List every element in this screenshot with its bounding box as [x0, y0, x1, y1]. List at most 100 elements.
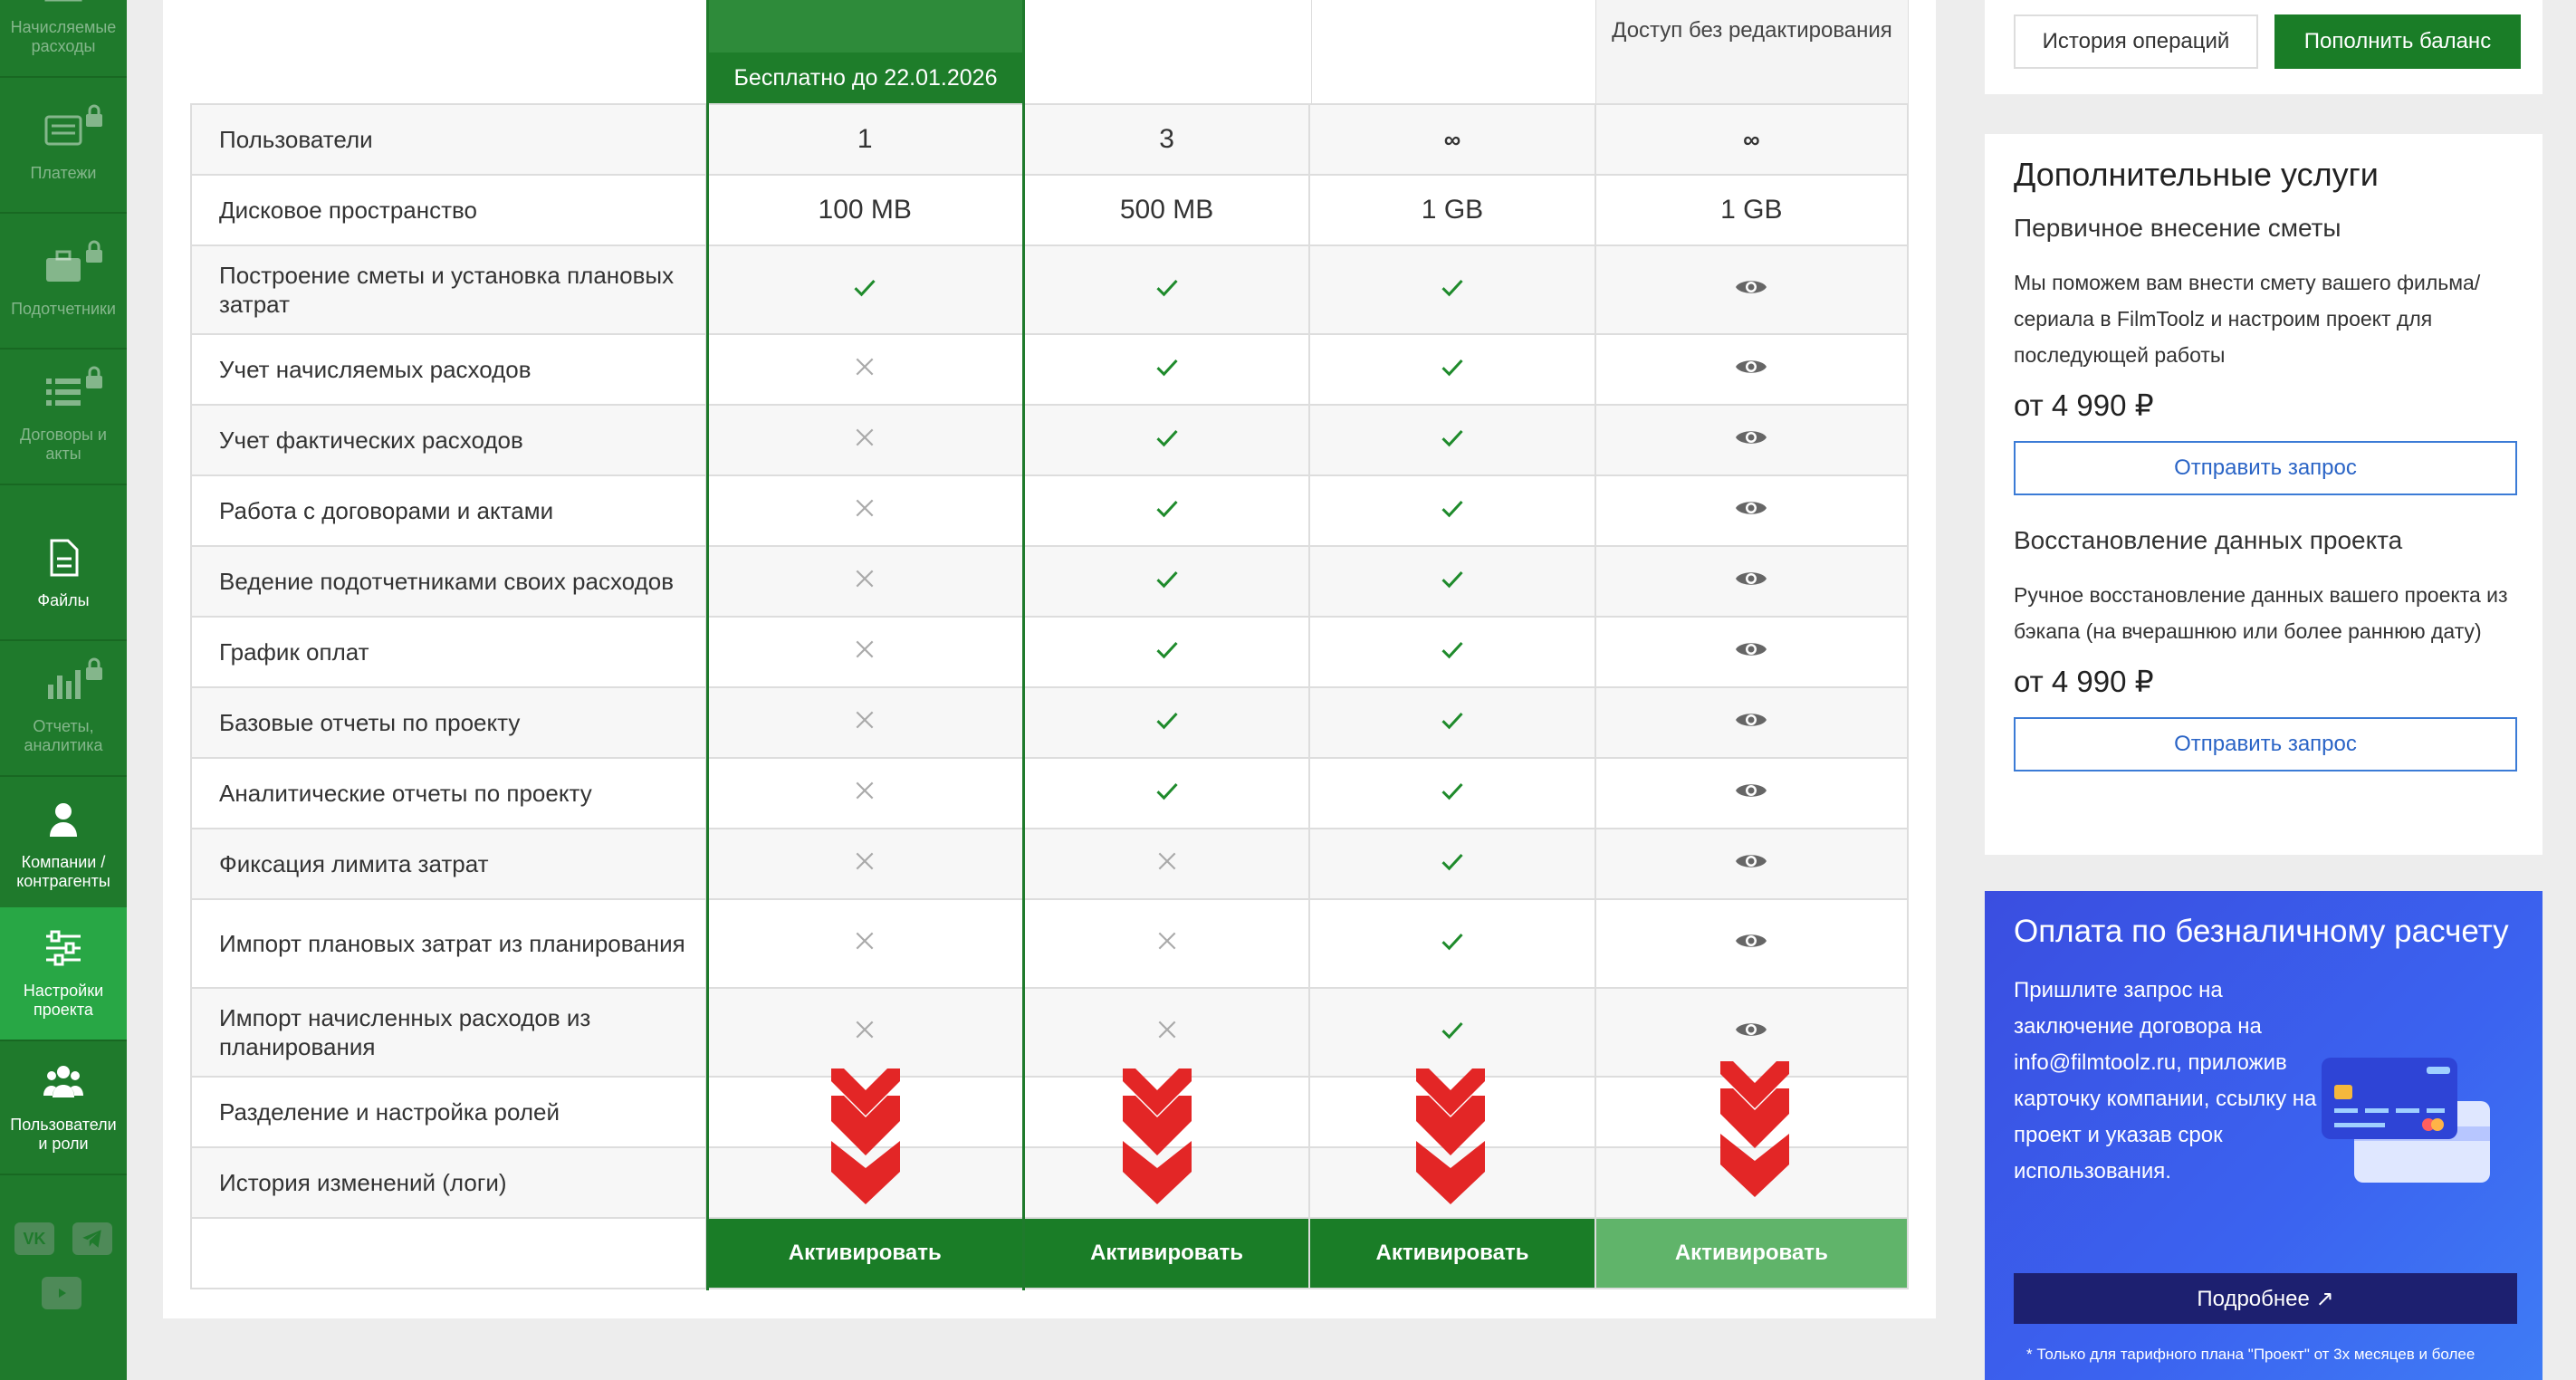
table-row: Работа с договорами и актами — [190, 474, 1910, 547]
history-button[interactable]: История операций — [2014, 14, 2258, 69]
check-icon — [1022, 545, 1311, 618]
telegram-icon[interactable] — [72, 1222, 112, 1255]
check-icon — [1308, 474, 1596, 547]
eye-icon — [1594, 333, 1910, 406]
eye-icon — [1594, 545, 1910, 618]
cross-icon — [1022, 828, 1311, 900]
feature-name: Фиксация лимита затрат — [190, 828, 707, 900]
sidebar-item-label: Настройки проекта — [23, 982, 104, 1019]
send-request-button[interactable]: Отправить запрос — [2014, 717, 2517, 771]
credit-card-icon — [2322, 1058, 2490, 1183]
eye-icon — [1594, 686, 1910, 759]
check-icon — [1022, 686, 1311, 759]
youtube-icon[interactable] — [42, 1277, 81, 1309]
check-icon — [1022, 244, 1311, 335]
sidebar-item-accruals[interactable]: Начисляемые расходы — [0, 0, 127, 78]
sidebar-item-payments[interactable]: Платежи — [0, 80, 127, 214]
table-row: Импорт начисленных расходов из планирова… — [190, 987, 1910, 1078]
down-chevrons-icon — [1123, 1069, 1192, 1204]
send-request-button[interactable]: Отправить запрос — [2014, 441, 2517, 495]
feature-name: История изменений (логи) — [190, 1146, 707, 1219]
service-text: Мы поможем вам внести смету вашего фильм… — [2014, 271, 2481, 367]
check-icon — [1308, 333, 1596, 406]
eye-icon — [1594, 898, 1910, 989]
cashless-payment-banner: Оплата по безналичному расчету Пришлите … — [1985, 891, 2542, 1380]
lock-icon — [86, 104, 102, 127]
sidebar-item-label: Договоры и акты — [20, 426, 107, 463]
feature-name: Работа с договорами и актами — [190, 474, 707, 547]
vk-icon[interactable]: VK — [14, 1222, 54, 1255]
down-chevrons-icon — [831, 1069, 900, 1204]
sidebar-item-users-roles[interactable]: Пользователи и роли — [0, 1041, 127, 1175]
eye-icon — [1594, 757, 1910, 829]
sidebar-item-project-settings[interactable]: Настройки проекта — [0, 907, 127, 1041]
plan-value: ∞ — [1594, 103, 1910, 176]
sidebar-item-label: Отчеты, аналитика — [24, 717, 103, 754]
feature-name: Учет фактических расходов — [190, 404, 707, 476]
check-icon — [1308, 616, 1596, 688]
service-heading: Восстановление данных проекта — [2014, 526, 2403, 554]
table-row: Базовые отчеты по проекту — [190, 686, 1910, 759]
table-row: Аналитические отчеты по проекту — [190, 757, 1910, 829]
user-icon — [43, 799, 84, 840]
eye-icon — [1594, 828, 1910, 900]
service-price: от 4 990 ₽ — [2014, 665, 2154, 698]
sidebar-item-label: Файлы — [37, 590, 90, 609]
plan-value: 500 MB — [1022, 174, 1311, 246]
app: Начисляемые расходы Платежи Подотчетники… — [0, 0, 2576, 1380]
activate-button-project[interactable]: Активировать — [1310, 1219, 1594, 1288]
check-icon — [1308, 545, 1596, 618]
services-title: Дополнительные услуги — [2014, 156, 2379, 193]
activate-button-readonly[interactable]: Активировать — [1595, 1219, 1907, 1288]
cross-icon — [1022, 898, 1311, 989]
list-icon — [43, 366, 102, 413]
activate-row: Активировать Активировать Активировать А… — [190, 1217, 1910, 1289]
activate-button-basic[interactable]: Активировать — [1024, 1219, 1309, 1288]
feature-name: Импорт начисленных расходов из планирова… — [190, 987, 707, 1078]
sidebar-item-label: Платежи — [30, 163, 97, 182]
feature-name: Аналитические отчеты по проекту — [190, 757, 707, 829]
lock-icon — [86, 240, 102, 263]
topup-button[interactable]: Пополнить баланс — [2274, 14, 2521, 69]
table-row: История изменений (логи) — [190, 1146, 1910, 1219]
down-chevrons-icon — [1416, 1069, 1485, 1204]
table-row: График оплат — [190, 616, 1910, 688]
feature-name: Разделение и настройка ролей — [190, 1076, 707, 1148]
cashless-footnote: * Только для тарифного плана "Проект" от… — [2026, 1346, 2475, 1363]
sidebar-item-reports[interactable]: Отчеты, аналитика — [0, 643, 127, 777]
plan-value: ∞ — [1308, 103, 1596, 176]
feature-name: Импорт плановых затрат из планирования — [190, 898, 707, 989]
sidebar-item-label: Компании / контрагенты — [16, 853, 110, 890]
sidebar: Начисляемые расходы Платежи Подотчетники… — [0, 0, 127, 1380]
more-info-button[interactable]: Подробнее ↗ — [2014, 1273, 2517, 1324]
table-row: Учет начисляемых расходов — [190, 333, 1910, 406]
check-icon — [1022, 757, 1311, 829]
feature-name: Дисковое пространство — [190, 174, 707, 246]
sidebar-item-accountables[interactable]: Подотчетники — [0, 216, 127, 350]
payments-icon — [43, 104, 102, 151]
sidebar-item-companies[interactable]: Компании / контрагенты — [0, 779, 127, 913]
readonly-plan-header: Доступ без редактирования — [1595, 0, 1909, 103]
feature-name: Учет начисляемых расходов — [190, 333, 707, 406]
table-row: Дисковое пространство 100 MB 500 MB 1 GB 1 G… — [190, 174, 1910, 246]
lock-icon — [86, 366, 102, 388]
sidebar-item-contracts[interactable]: Договоры и акты — [0, 351, 127, 485]
check-icon — [1022, 616, 1311, 688]
check-icon — [1308, 404, 1596, 476]
eye-icon — [1594, 244, 1910, 335]
check-icon — [1022, 333, 1311, 406]
lock-icon — [86, 657, 102, 680]
eye-icon — [1594, 474, 1910, 547]
file-icon — [43, 537, 84, 579]
eye-icon — [1594, 404, 1910, 476]
check-icon — [1022, 404, 1311, 476]
down-chevrons-icon — [1720, 1061, 1789, 1197]
sidebar-item-files[interactable]: Файлы — [0, 507, 127, 641]
check-icon — [1308, 757, 1596, 829]
table-row: Построение сметы и установка плановых за… — [190, 244, 1910, 335]
sidebar-item-label: Подотчетники — [11, 299, 116, 318]
feature-name: Пользователи — [190, 103, 707, 176]
plan-value: 1 GB — [1594, 174, 1910, 246]
check-icon — [1308, 828, 1596, 900]
feature-name: Построение сметы и установка плановых за… — [190, 244, 707, 335]
